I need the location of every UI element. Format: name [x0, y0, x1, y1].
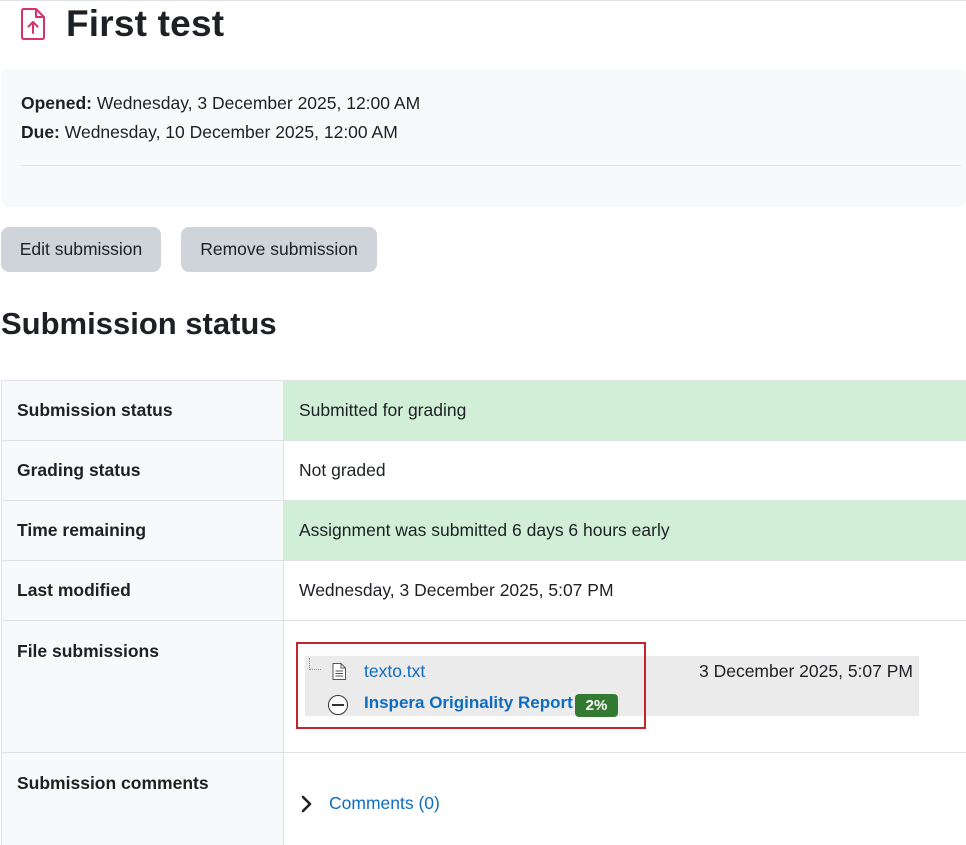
chevron-right-icon[interactable]	[300, 795, 314, 813]
inspera-logo-icon	[328, 695, 348, 715]
table-row: Grading status Not graded	[1, 440, 966, 501]
grading-status-value: Not graded	[283, 440, 966, 501]
last-modified-value: Wednesday, 3 December 2025, 5:07 PM	[283, 560, 966, 621]
file-tree: texto.txt 3 December 2025, 5:07 PM Inspe…	[305, 656, 919, 717]
row-label: Time remaining	[1, 500, 284, 561]
page-title: First test	[66, 3, 225, 44]
comments-link[interactable]: Comments (0)	[329, 792, 440, 814]
due-value: Wednesday, 10 December 2025, 12:00 AM	[64, 122, 398, 142]
row-label: Last modified	[1, 560, 284, 621]
submission-status-value: Submitted for grading	[283, 380, 966, 441]
table-row: Last modified Wednesday, 3 December 2025…	[1, 560, 966, 621]
file-date: 3 December 2025, 5:07 PM	[698, 661, 913, 681]
assignment-page: First test Opened: Wednesday, 3 December…	[0, 0, 966, 845]
submission-comments-cell: Comments (0)	[283, 752, 966, 845]
originality-report-link[interactable]: Inspera Originality Report	[364, 692, 573, 714]
section-title: Submission status	[1, 306, 277, 341]
table-row: Submission status Submitted for grading	[1, 380, 966, 441]
file-submissions-cell: texto.txt 3 December 2025, 5:07 PM Inspe…	[283, 620, 966, 753]
due-date: Due: Wednesday, 10 December 2025, 12:00 …	[21, 121, 398, 143]
assignment-upload-icon	[18, 7, 48, 41]
opened-date: Opened: Wednesday, 3 December 2025, 12:0…	[21, 92, 420, 114]
row-label: Submission comments	[1, 752, 284, 845]
row-label: Grading status	[1, 440, 284, 501]
row-label: File submissions	[1, 620, 284, 753]
text-file-icon	[332, 663, 346, 680]
activity-dates: Opened: Wednesday, 3 December 2025, 12:0…	[1, 69, 966, 207]
dates-divider	[21, 165, 961, 166]
row-label: Submission status	[1, 380, 284, 441]
tree-connector	[309, 658, 321, 670]
table-row: Submission comments Comments (0)	[1, 752, 966, 845]
file-submissions: texto.txt 3 December 2025, 5:07 PM Inspe…	[284, 621, 966, 752]
time-remaining-value: Assignment was submitted 6 days 6 hours …	[283, 500, 966, 561]
page-header: First test	[18, 2, 224, 46]
originality-score-badge[interactable]: 2%	[575, 694, 618, 717]
table-row: File submissions texto.txt 3 December 20…	[1, 620, 966, 753]
edit-submission-button[interactable]: Edit submission	[1, 227, 161, 272]
submission-status-table: Submission status Submitted for grading …	[1, 380, 966, 845]
opened-label: Opened:	[21, 93, 92, 113]
table-row: Time remaining Assignment was submitted …	[1, 500, 966, 561]
remove-submission-button[interactable]: Remove submission	[181, 227, 377, 272]
top-divider	[0, 0, 966, 1]
submission-comments: Comments (0)	[284, 753, 966, 845]
opened-value: Wednesday, 3 December 2025, 12:00 AM	[96, 93, 421, 113]
due-label: Due:	[21, 122, 60, 142]
file-link[interactable]: texto.txt	[364, 660, 425, 682]
